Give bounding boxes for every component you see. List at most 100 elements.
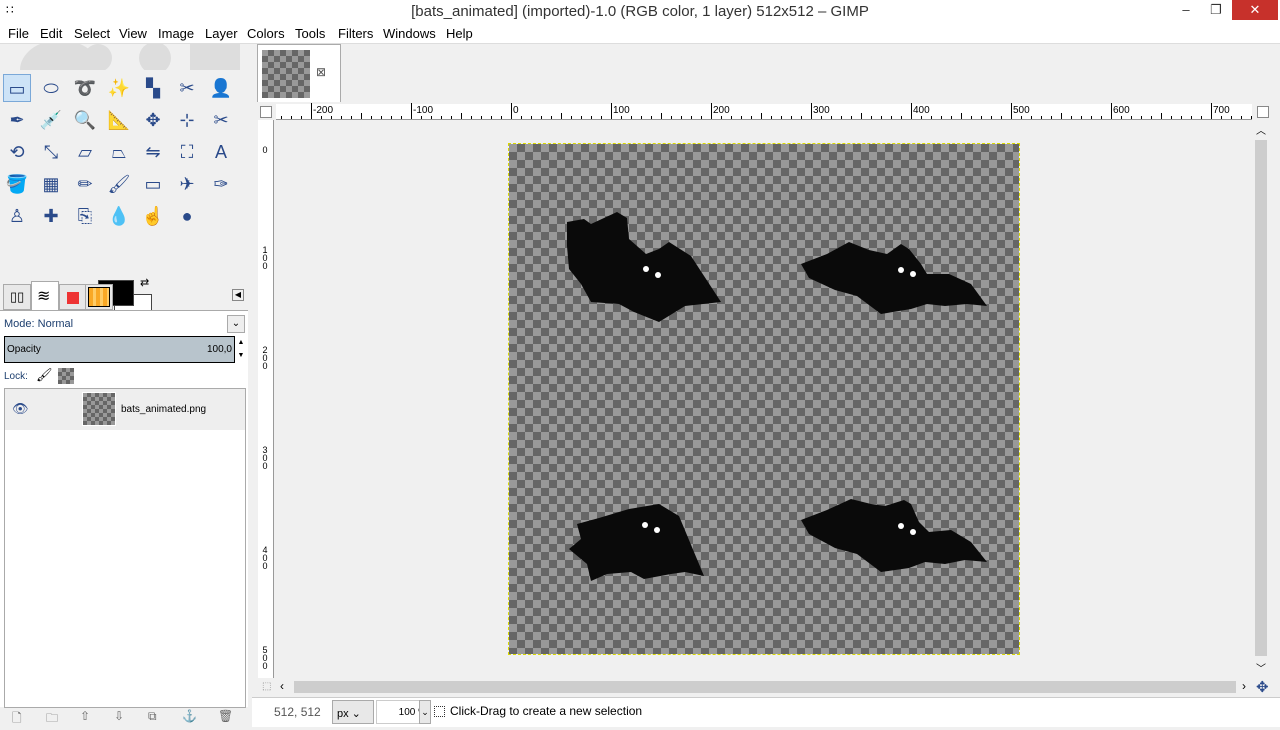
airbrush-tool-icon[interactable]: ✈ <box>173 170 201 198</box>
unit-value: px <box>337 708 349 720</box>
layer-group-button[interactable]: 🗀 <box>46 709 58 730</box>
clone-tool-icon[interactable]: ♙ <box>3 202 31 230</box>
text-tool-icon[interactable]: A <box>207 138 235 166</box>
tab-gradients[interactable] <box>85 284 113 310</box>
cage-tool-icon[interactable]: ⛶ <box>173 138 201 166</box>
horizontal-ruler[interactable]: -200 -100 0 100 200 300 400 500 600 700 <box>276 103 1252 120</box>
unit-dropdown[interactable]: px ⌄ <box>332 700 374 724</box>
image-tab-close-button[interactable]: ⊠ <box>316 65 326 79</box>
image-tab[interactable]: ⊠ <box>257 44 341 102</box>
color-picker-tool-icon[interactable]: 💉 <box>37 106 65 134</box>
paintbrush-tool-icon[interactable]: 🖌 <box>105 170 133 198</box>
ruler-tick <box>761 113 762 119</box>
bat <box>567 212 721 322</box>
tab-layers[interactable]: ≋ <box>31 281 59 310</box>
fuzzy-select-tool-icon[interactable]: ✨ <box>105 74 133 102</box>
menu-select[interactable]: Select <box>74 26 110 41</box>
tab-channels[interactable] <box>59 284 87 310</box>
scale-tool-icon[interactable]: ⤡ <box>37 138 65 166</box>
canvas[interactable] <box>276 120 1252 678</box>
perspective-tool-icon[interactable]: ⏢ <box>105 138 133 166</box>
crop-tool-icon[interactable]: ✂ <box>207 106 235 134</box>
new-layer-button[interactable]: 🗋 <box>12 709 22 730</box>
close-button[interactable]: ✕ <box>1232 0 1278 20</box>
rotate-tool-icon[interactable]: ⟲ <box>3 138 31 166</box>
layer-row[interactable]: 👁 bats_animated.png <box>5 389 245 430</box>
navigate-icon[interactable]: ✥ <box>1256 678 1269 696</box>
vertical-scrollbar[interactable]: ︿ ﹀ <box>1252 120 1270 678</box>
vertical-ruler[interactable]: 0 100 200 300 400 500 <box>258 120 274 678</box>
ruler-tick <box>671 116 672 119</box>
scissors-tool-icon[interactable]: ✂ <box>173 74 201 102</box>
duplicate-layer-button[interactable]: ⧉ <box>148 709 157 724</box>
navigate-corner-icon[interactable]: ⬚ <box>262 681 271 692</box>
raise-layer-button[interactable]: ⇧ <box>80 709 90 723</box>
flip-tool-icon[interactable]: ⇋ <box>139 138 167 166</box>
menu-windows[interactable]: Windows <box>383 26 436 41</box>
maximize-button[interactable]: ❐ <box>1202 0 1230 20</box>
measure-tool-icon[interactable]: 📐 <box>105 106 133 134</box>
smudge-tool-icon[interactable]: ☝ <box>139 202 167 230</box>
rect-select-tool-icon[interactable]: ▭ <box>3 74 31 102</box>
lock-alpha-icon[interactable] <box>58 368 74 384</box>
eye-icon[interactable]: 👁 <box>12 401 29 417</box>
scroll-up-arrow[interactable]: ︿ <box>1256 122 1266 137</box>
menu-view[interactable]: View <box>119 26 147 41</box>
shear-tool-icon[interactable]: ▱ <box>71 138 99 166</box>
tab-tool-options[interactable]: ▯▯ <box>3 284 31 310</box>
swap-colors-icon[interactable]: ⇄ <box>140 276 149 289</box>
bucket-fill-tool-icon[interactable]: 🪣 <box>3 170 31 198</box>
zoom-tool-icon[interactable]: 🔍 <box>71 106 99 134</box>
blur-tool-icon[interactable]: 💧 <box>105 202 133 230</box>
menu-file[interactable]: File <box>8 26 29 41</box>
lower-layer-button[interactable]: ⇩ <box>114 709 124 723</box>
move-tool-icon[interactable]: ✥ <box>139 106 167 134</box>
menu-tools[interactable]: Tools <box>295 26 325 41</box>
scroll-left-arrow[interactable]: ‹ <box>280 679 284 693</box>
scroll-right-arrow[interactable]: › <box>1242 679 1246 693</box>
perspective-clone-tool-icon[interactable]: ⎘ <box>71 202 99 230</box>
opacity-slider[interactable]: Opacity 100,0 <box>4 336 235 363</box>
horizontal-scroll-thumb[interactable] <box>294 681 1236 693</box>
pencil-tool-icon[interactable]: ✏ <box>71 170 99 198</box>
menu-help[interactable]: Help <box>446 26 473 41</box>
ink-tool-icon[interactable]: ✑ <box>207 170 235 198</box>
ruler-tick <box>861 113 862 119</box>
anchor-layer-button[interactable]: ⚓ <box>182 709 197 723</box>
minimize-button[interactable]: – <box>1172 0 1200 20</box>
menu-colors[interactable]: Colors <box>247 26 285 41</box>
quick-mask-corner[interactable] <box>260 106 272 118</box>
wilber-logo <box>20 44 240 70</box>
menu-image[interactable]: Image <box>158 26 194 41</box>
free-select-tool-icon[interactable]: ➰ <box>71 74 99 102</box>
delete-layer-button[interactable]: 🗑 <box>218 709 233 723</box>
lock-pixels-icon[interactable]: 🖌 <box>36 367 53 383</box>
menu-edit[interactable]: Edit <box>40 26 62 41</box>
horizontal-scrollbar[interactable]: ‹ › <box>276 678 1252 696</box>
opacity-spinner[interactable]: ▲ ▼ <box>236 336 246 363</box>
paths-tool-icon[interactable]: ✒ <box>3 106 31 134</box>
menu-bar: File Edit Select View Image Layer Colors… <box>0 22 1280 44</box>
zoom-to-fit-button[interactable] <box>1257 106 1269 118</box>
dodge-burn-tool-icon[interactable]: ● <box>173 202 201 230</box>
ruler-tick <box>1001 116 1002 119</box>
bat <box>801 242 987 314</box>
menu-layer[interactable]: Layer <box>205 26 238 41</box>
menu-filters[interactable]: Filters <box>338 26 373 41</box>
select-by-color-tool-icon[interactable]: ▚ <box>139 74 167 102</box>
panel-menu-button[interactable]: ◀ <box>232 289 244 301</box>
ruler-tick <box>691 116 692 119</box>
mode-dropdown[interactable]: ⌄ <box>227 315 245 333</box>
align-tool-icon[interactable]: ⊹ <box>173 106 201 134</box>
scroll-down-arrow[interactable]: ﹀ <box>1256 660 1266 675</box>
blend-tool-icon[interactable]: ▦ <box>37 170 65 198</box>
zoom-dropdown[interactable]: ⌄ <box>419 700 431 724</box>
ellipse-select-tool-icon[interactable]: ⬭ <box>37 74 65 102</box>
foreground-select-tool-icon[interactable]: 👤 <box>207 74 235 102</box>
vertical-scroll-thumb[interactable] <box>1255 140 1267 656</box>
heal-tool-icon[interactable]: ✚ <box>37 202 65 230</box>
eraser-tool-icon[interactable]: ▭ <box>139 170 167 198</box>
ruler-tick <box>661 113 662 119</box>
ruler-tick <box>751 116 752 119</box>
image-layer[interactable] <box>508 143 1020 655</box>
